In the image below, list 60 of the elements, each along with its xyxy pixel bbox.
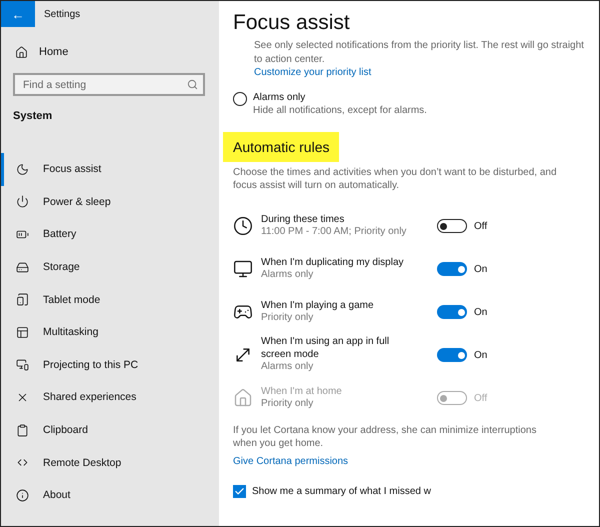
monitor-icon [233,259,253,279]
sidebar-item[interactable]: Clipboard [1,414,219,446]
search-field[interactable]: Find a setting [13,73,205,96]
clock-icon [233,216,253,236]
sidebar-item[interactable]: Projecting to this PC [1,348,219,382]
rule-detail: Alarms only [261,361,314,374]
checkbox-label: Show me a summary of what I missed w [252,484,431,498]
rules-description: Choose the times and activities when you don’t want to be disturbed, and focus assist will turn on automatically. [233,166,558,192]
toggle-state: Off [474,220,488,232]
clipboard-icon [16,424,29,437]
rule-title: When I'm at home [261,386,343,398]
tablet-icon [16,293,29,306]
window-title: Settings [44,8,80,20]
sidebar-item[interactable]: Battery [1,218,219,251]
section-heading: Automatic rules [223,132,340,162]
toggle-state: On [474,350,488,360]
toggle-switch[interactable] [437,262,467,276]
moon-icon [16,162,29,176]
priority-description: See only selected notifications from the priority list. The rest will go straight to action center. [254,39,584,66]
sidebar-item[interactable]: About [1,478,219,512]
option-description: Hide all notifications, except for alarms. [253,104,427,118]
sidebar-item[interactable]: Shared experiences [1,381,219,414]
section-heading: System [13,110,54,122]
drive-icon [16,260,29,274]
toggle-state: On [474,264,488,274]
toggle-state: On [474,306,488,318]
rule-detail: Priority only [261,312,314,324]
rule-title: When I'm using an app in full screen mode [261,336,390,362]
checkbox[interactable] [233,484,246,498]
panels-icon [16,326,29,339]
info-icon [16,488,29,502]
sidebar-item[interactable]: Remote Desktop [1,446,219,479]
rule-detail: Priority only [261,398,314,410]
cortana-description: If you let Cortana know your address, she can minimize interruptions when you get home. [233,424,538,450]
toggle-switch[interactable] [437,348,467,362]
rule-detail: 11:00 PM - 7:00 AM; Priority only [261,226,408,238]
rule-title: When I'm playing a game [261,300,375,312]
sidebar-item[interactable]: Multitasking [1,316,219,349]
toggle-switch[interactable] [437,305,467,319]
rule-title: When I'm duplicating my display [261,256,405,269]
sidebar-item[interactable]: Focus assist [1,153,219,186]
option-label: Alarms only [253,90,306,104]
home-link[interactable]: Home [39,46,68,58]
house-icon [15,46,28,58]
monitor-icon [16,358,29,372]
sidebar-item[interactable]: Power & sleep [1,186,219,218]
sidebar-item[interactable]: Storage [1,250,219,284]
toggle-switch[interactable] [437,219,467,233]
power-icon [16,195,29,208]
rule-title: During these times [261,214,346,226]
rule-detail: Alarms only [261,269,314,282]
priority-link[interactable]: Customize your priority list [254,66,372,80]
house-icon [233,388,253,408]
radio-button[interactable] [233,92,247,106]
back-button[interactable]: ← [1,1,35,27]
sidebar-item[interactable]: Tablet mode [1,283,219,316]
search-icon [187,79,198,90]
page-title: Focus assist [233,11,351,35]
cortana-link[interactable]: Give Cortana permissions [233,456,348,466]
toggle-state: Off [474,392,488,404]
